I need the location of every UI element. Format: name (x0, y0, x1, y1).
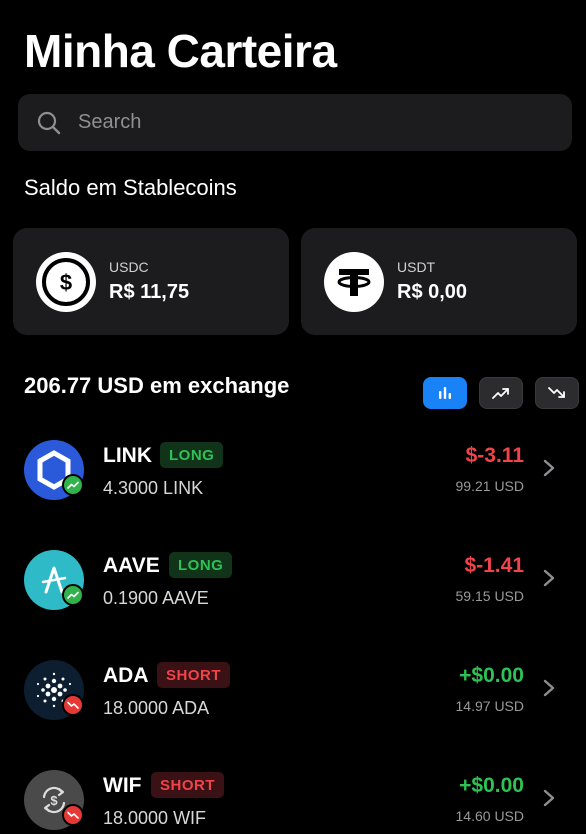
position-row-aave[interactable]: AAVE LONG 0.1900 AAVE $-1.41 59.15 USD (0, 546, 586, 636)
usdt-icon (324, 251, 384, 312)
trend-up-badge-icon (62, 584, 84, 606)
bar-chart-icon (439, 387, 451, 399)
chevron-right-icon (543, 679, 555, 697)
stablecoin-card-usdc[interactable]: $ USDC R$ 11,75 (13, 228, 289, 335)
svg-text:$: $ (60, 270, 72, 295)
position-usd-value: 99.21 USD (455, 478, 524, 494)
trend-down-view-button[interactable] (535, 377, 579, 409)
position-pnl: +$0.00 (459, 774, 524, 797)
position-quantity: 4.3000 LINK (103, 478, 204, 498)
search-icon (37, 111, 61, 134)
position-tag-long: LONG (169, 552, 233, 578)
position-tag-long: LONG (160, 442, 224, 468)
trend-up-view-button[interactable] (479, 377, 523, 409)
position-name: ADA (103, 664, 149, 687)
exchange-heading: 206.77 USD em exchange (24, 373, 290, 398)
position-row-ada[interactable]: ADA SHORT 18.0000 ADA +$0.00 14.97 USD (0, 656, 586, 746)
stablecoin-value: R$ 0,00 (397, 281, 468, 303)
position-row-link[interactable]: LINK LONG 4.3000 LINK $-3.11 99.21 USD (0, 436, 586, 526)
position-name: LINK (103, 444, 152, 467)
chevron-right-icon (543, 459, 555, 477)
trend-up-icon (492, 388, 509, 399)
bar-chart-view-button[interactable] (423, 377, 467, 409)
svg-text:$: $ (50, 793, 58, 808)
position-name: WIF (103, 774, 142, 797)
chevron-right-icon (543, 789, 555, 807)
search-input[interactable] (78, 111, 538, 134)
position-pnl: $-1.41 (464, 554, 524, 577)
position-tag-short: SHORT (151, 772, 224, 798)
position-row-wif[interactable]: $ WIF SHORT 18.0000 WIF +$0.00 14.60 USD (0, 766, 586, 834)
stablecoins-heading: Saldo em Stablecoins (24, 175, 237, 200)
position-tag-short: SHORT (157, 662, 230, 688)
position-name: AAVE (103, 554, 160, 577)
position-usd-value: 59.15 USD (455, 588, 524, 604)
stablecoin-value: R$ 11,75 (109, 281, 190, 303)
trend-down-badge-icon (62, 804, 84, 826)
trend-up-badge-icon (62, 474, 84, 496)
position-quantity: 18.0000 ADA (103, 698, 210, 718)
page-title: Minha Carteira (24, 25, 337, 77)
position-quantity: 18.0000 WIF (103, 808, 207, 828)
position-quantity: 0.1900 AAVE (103, 588, 209, 608)
search-bar[interactable] (18, 94, 572, 151)
usdc-icon: $ (36, 251, 96, 312)
stablecoin-card-usdt[interactable]: USDT R$ 0,00 (301, 228, 577, 335)
position-usd-value: 14.97 USD (455, 698, 524, 714)
position-usd-value: 14.60 USD (455, 808, 524, 824)
trend-down-badge-icon (62, 694, 84, 716)
stablecoin-symbol: USDT (397, 259, 436, 275)
position-pnl: $-3.11 (465, 444, 524, 467)
trend-down-icon (548, 387, 565, 398)
stablecoin-symbol: USDC (109, 259, 149, 275)
position-pnl: +$0.00 (459, 664, 524, 687)
chevron-right-icon (543, 569, 555, 587)
